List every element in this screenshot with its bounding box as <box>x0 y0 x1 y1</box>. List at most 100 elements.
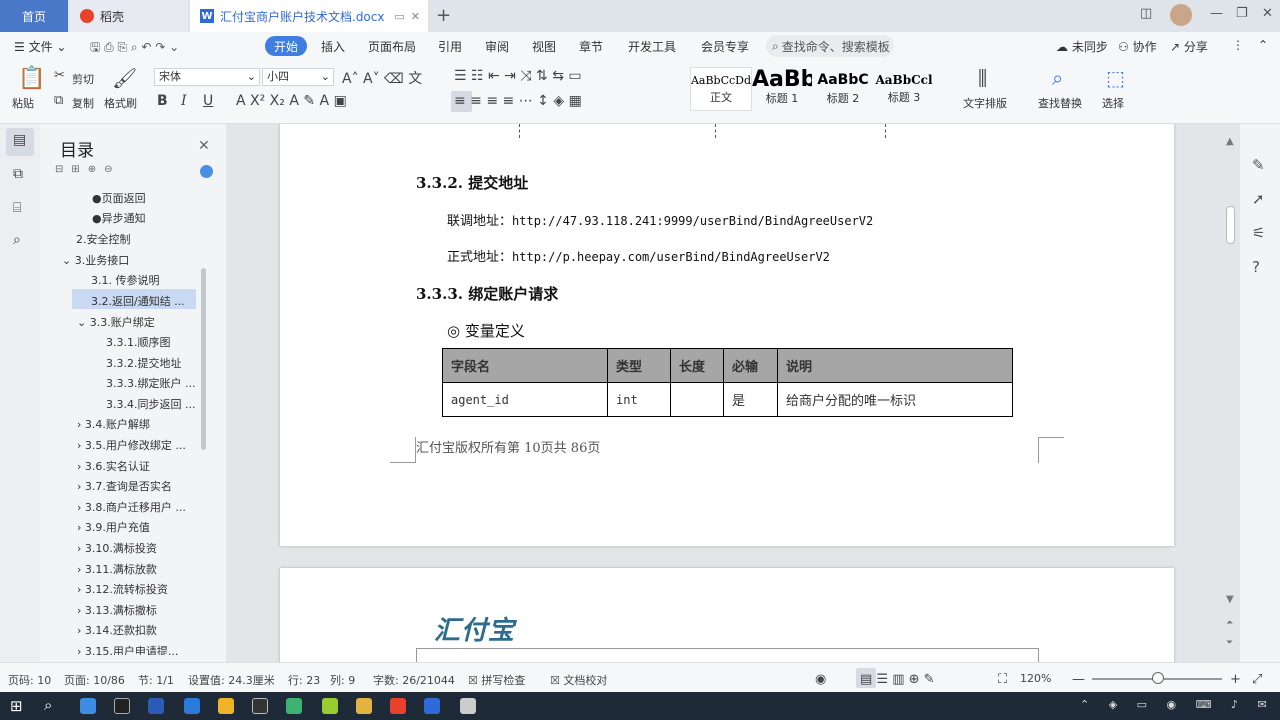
avatar[interactable] <box>1170 4 1192 26</box>
tab-close-icon[interactable]: ✕ <box>411 10 420 23</box>
toc-item[interactable]: 3.3.2.提交地址 <box>106 355 182 371</box>
format-painter-icon[interactable]: 🖌 <box>112 66 137 90</box>
menu-layout[interactable]: 页面布局 <box>368 38 416 55</box>
alignment-icons[interactable]: ≡ ≡ ≡ ≡ ⋯ ↕ ◈ ▦ <box>454 93 582 109</box>
task-view-icon[interactable] <box>80 698 96 714</box>
text-layout-icon[interactable]: ⫼ <box>978 66 987 90</box>
toc-controls-icons[interactable]: ⊟⊞⊕⊖ <box>55 164 121 175</box>
toc-item[interactable]: 3.3.4.同步返回 ... <box>106 396 196 412</box>
text-layout-button[interactable]: 文字排版 <box>963 95 1007 111</box>
tab-wps[interactable]: 稻壳 <box>70 0 188 32</box>
italic-icon[interactable]: I <box>181 93 187 109</box>
zoom-out-icon[interactable]: — <box>1072 672 1085 687</box>
menu-start[interactable]: 开始 <box>265 36 307 56</box>
close-window-icon[interactable]: ✕ <box>1262 6 1273 21</box>
document-scrollbar[interactable] <box>1226 206 1235 244</box>
quick-access-icons[interactable]: 🖫 ⎙ ⎘ ⌕ ↶ ↷ ⌄ <box>90 38 179 59</box>
format-painter-button[interactable]: 格式刷 <box>104 95 137 111</box>
toc-item[interactable]: › 3.5.用户修改绑定 ... <box>77 437 195 453</box>
monitor-icon[interactable]: ▭ <box>394 10 404 23</box>
pointer-icon[interactable]: ➚ <box>1252 190 1265 208</box>
close-icon[interactable]: ✕ <box>198 138 210 154</box>
font-grow-shrink-icons[interactable]: A˄ A˅ ⌫ 文 <box>342 68 422 88</box>
toc-item[interactable]: › 3.15.用户申请提... <box>77 643 178 655</box>
find-replace-button[interactable]: 查找替换 <box>1038 95 1082 111</box>
more-icon[interactable]: ⋮ <box>1232 38 1244 52</box>
word-icon[interactable] <box>148 698 164 714</box>
copy-button[interactable]: 复制 <box>72 95 94 111</box>
menu-section[interactable]: 章节 <box>579 38 603 55</box>
chrome-icon[interactable] <box>218 698 234 714</box>
toc-item[interactable]: ●异步通知 <box>92 210 146 226</box>
eye-protection-icon[interactable]: ◉ <box>815 672 826 687</box>
status-words[interactable]: 字数: 26/21044 <box>373 672 455 688</box>
select-icon[interactable]: ⬚ <box>1106 66 1125 90</box>
scroll-down-icon[interactable]: ▼ <box>1226 594 1234 605</box>
paste-button[interactable]: 粘贴 <box>12 95 34 111</box>
toc-item[interactable]: 3.2.返回/通知结 ... <box>91 293 185 309</box>
menu-developer[interactable]: 开发工具 <box>628 38 676 55</box>
system-tray-icons[interactable]: ⌃ ◈ ▭ ◉ ⌨ ♪ ✉ <box>1080 698 1275 711</box>
bookmark-icon[interactable]: ⌸ <box>13 200 21 216</box>
prev-page-icon[interactable]: ⏶ <box>1226 618 1233 628</box>
settings-sliders-icon[interactable]: ⚟ <box>1252 224 1265 242</box>
paste-icon[interactable]: 📋 <box>18 66 45 91</box>
collapse-ribbon-icon[interactable]: ⌃ <box>1258 38 1268 52</box>
toc-item[interactable]: ●页面返回 <box>92 190 146 206</box>
style-heading2[interactable]: AaBbC 标题 2 <box>814 67 872 106</box>
font-family-select[interactable]: 宋体 ⌄ <box>154 68 260 86</box>
spell-check-button[interactable]: ☒ 拼写检查 <box>468 672 525 688</box>
toc-item[interactable]: › 3.13.满标撤标 <box>77 602 157 618</box>
next-page-icon[interactable]: ⏷ <box>1226 638 1233 648</box>
restore-icon[interactable]: ❐ <box>1236 6 1248 21</box>
menu-insert[interactable]: 插入 <box>321 38 345 55</box>
font-size-select[interactable]: 小四 ⌄ <box>262 68 334 86</box>
edit-icon[interactable]: ✎ <box>1252 156 1265 174</box>
zoom-in-icon[interactable]: + <box>1230 672 1241 687</box>
search-icon[interactable]: ⌕ <box>13 232 21 248</box>
status-page[interactable]: 页面: 10/86 <box>64 672 125 688</box>
toc-item[interactable]: › 3.12.流转标投资 <box>77 581 168 597</box>
zoom-slider-thumb[interactable] <box>1152 672 1164 684</box>
fit-page-icon[interactable]: ⛶ <box>998 672 1007 687</box>
wps-writer-icon[interactable] <box>424 698 440 714</box>
toc-item[interactable]: › 3.11.满标放款 <box>77 561 157 577</box>
cut-button[interactable]: 剪切 <box>72 71 94 87</box>
toc-item[interactable]: 2.安全控制 <box>76 231 131 247</box>
toc-item[interactable]: › 3.10.满标投资 <box>77 540 157 556</box>
notepad-icon[interactable] <box>460 698 476 714</box>
file-explorer-icon[interactable] <box>356 698 372 714</box>
minimize-icon[interactable]: — <box>1210 6 1223 21</box>
toc-item[interactable]: › 3.7.查询是否实名 <box>77 478 172 494</box>
toc-scrollbar[interactable] <box>201 268 206 450</box>
menu-member[interactable]: 会员专享 <box>701 38 749 55</box>
proofread-button[interactable]: ☒ 文档校对 <box>550 672 607 688</box>
fullscreen-icon[interactable]: ⤢ <box>1252 672 1262 687</box>
list-icons[interactable]: ☰ ☷ ⇤ ⇥ ⤨ ⇅ ⇆ ▭ <box>454 68 582 84</box>
status-page-code[interactable]: 页码: 10 <box>8 672 51 688</box>
find-replace-icon[interactable]: ⌕ <box>1052 66 1063 90</box>
layout-icon[interactable]: ◫ <box>1140 6 1152 21</box>
style-heading1[interactable]: AaBb 标题 1 <box>752 67 812 106</box>
menu-file[interactable]: ☰ 文件 ⌄ <box>14 38 66 55</box>
toc-item[interactable]: ⌄ 3.业务接口 <box>62 252 129 268</box>
menu-view[interactable]: 视图 <box>532 38 556 55</box>
copy-icon[interactable]: ⧉ <box>54 93 63 108</box>
app-icon[interactable] <box>322 698 338 714</box>
toc-item[interactable]: › 3.14.还款扣款 <box>77 622 157 638</box>
collab-button[interactable]: ⚇ 协作 <box>1118 38 1157 55</box>
browser-icon[interactable] <box>390 698 406 714</box>
toc-item[interactable]: › 3.8.商户迁移用户 ... <box>77 499 195 515</box>
new-tab-button[interactable]: + <box>436 5 451 26</box>
toc-item[interactable]: › 3.4.账户解绑 <box>77 416 150 432</box>
style-heading3[interactable]: AaBbCcl 标题 3 <box>874 67 934 105</box>
menu-review[interactable]: 审阅 <box>485 38 509 55</box>
zoom-level[interactable]: 120% <box>1020 672 1051 685</box>
vscode-icon[interactable] <box>184 698 200 714</box>
toc-item[interactable]: 3.1. 传参说明 <box>91 272 160 288</box>
scroll-up-icon[interactable]: ▲ <box>1226 136 1234 147</box>
search-icon[interactable]: ⌕ <box>44 696 52 714</box>
pages-icon[interactable]: ⧉ <box>13 166 23 182</box>
toc-item[interactable]: 3.3.1.顺序图 <box>106 334 171 350</box>
toc-item[interactable]: › 3.6.实名认证 <box>77 458 150 474</box>
